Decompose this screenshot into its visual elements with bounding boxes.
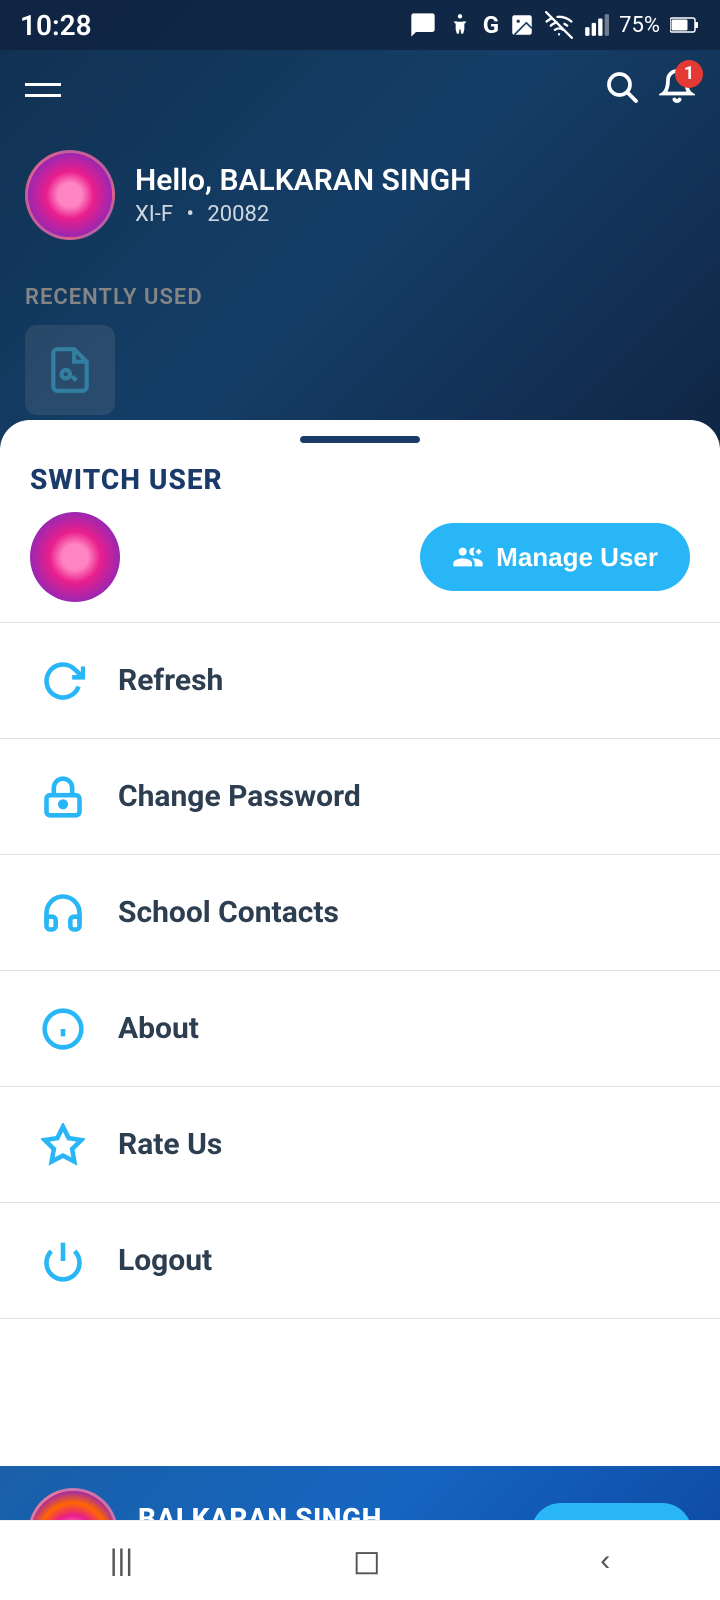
power-icon-wrap <box>35 1233 90 1288</box>
lock-icon-wrap <box>35 769 90 824</box>
user-avatar <box>25 150 115 240</box>
image-icon <box>509 12 535 38</box>
menu-label-refresh: Refresh <box>118 663 223 698</box>
switch-user-section: SWITCH USER Manage User <box>0 453 720 622</box>
user-greeting: Hello, BALKARAN SINGH <box>135 163 471 198</box>
sheet-handle[interactable] <box>0 420 720 453</box>
battery-icon <box>670 15 700 35</box>
refresh-icon-wrap <box>35 653 90 708</box>
menu-item-refresh[interactable]: Refresh <box>0 623 720 738</box>
user-info: Hello, BALKARAN SINGH XI-F • 20082 <box>135 163 471 227</box>
divider-6 <box>0 1318 720 1319</box>
g-icon: G <box>483 11 499 39</box>
menu-label-logout: Logout <box>118 1243 212 1278</box>
manage-user-icon <box>452 541 484 573</box>
star-icon-wrap <box>35 1117 90 1172</box>
menu-label-school-contacts: School Contacts <box>118 895 339 930</box>
menu-item-about[interactable]: About <box>0 971 720 1086</box>
user-detail: XI-F • 20082 <box>135 202 471 227</box>
user-header: Hello, BALKARAN SINGH XI-F • 20082 <box>0 130 720 260</box>
switch-user-title: SWITCH USER <box>30 463 690 496</box>
info-icon-wrap <box>35 1001 90 1056</box>
battery-percent: 75% <box>619 13 660 38</box>
search-button[interactable] <box>603 68 639 113</box>
refresh-icon <box>41 659 85 703</box>
nav-icons-group: 1 <box>603 68 695 113</box>
notification-button[interactable]: 1 <box>659 68 695 113</box>
power-icon <box>41 1239 85 1283</box>
status-time: 10:28 <box>20 9 92 42</box>
menu-item-rate-us[interactable]: Rate Us <box>0 1087 720 1202</box>
menu-list: Refresh Change Password School Contact <box>0 623 720 1466</box>
switch-user-avatar[interactable] <box>30 512 120 602</box>
manage-user-button[interactable]: Manage User <box>420 523 690 591</box>
manage-user-label: Manage User <box>496 542 658 573</box>
notification-badge: 1 <box>675 60 703 88</box>
user-roll: 20082 <box>207 202 269 227</box>
signal-icon <box>583 12 609 38</box>
message-icon <box>409 11 437 39</box>
user-class: XI-F <box>135 202 173 227</box>
status-bar: 10:28 G 75% <box>0 0 720 50</box>
menu-item-logout[interactable]: Logout <box>0 1203 720 1318</box>
bottom-sheet: SWITCH USER Manage User <box>0 420 720 1600</box>
android-recents-button[interactable]: ||| <box>80 1534 163 1588</box>
wifi-icon <box>545 11 573 39</box>
star-icon <box>41 1123 85 1167</box>
android-nav-bar: ||| ◻ ‹ <box>0 1520 720 1600</box>
menu-item-change-password[interactable]: Change Password <box>0 739 720 854</box>
menu-label-change-password: Change Password <box>118 779 361 814</box>
accessibility-icon <box>447 12 473 38</box>
headset-icon <box>41 891 85 935</box>
switch-user-row: Manage User <box>30 512 690 602</box>
menu-label-about: About <box>118 1011 199 1046</box>
hamburger-menu[interactable] <box>25 83 61 97</box>
headset-icon-wrap <box>35 885 90 940</box>
menu-item-school-contacts[interactable]: School Contacts <box>0 855 720 970</box>
android-home-button[interactable]: ◻ <box>323 1531 411 1591</box>
top-nav: 1 <box>0 50 720 130</box>
lock-icon <box>41 775 85 819</box>
menu-label-rate-us: Rate Us <box>118 1127 222 1162</box>
handle-bar <box>300 436 420 443</box>
android-back-button[interactable]: ‹ <box>570 1534 640 1588</box>
info-icon <box>41 1007 85 1051</box>
status-icons: G 75% <box>409 11 700 39</box>
